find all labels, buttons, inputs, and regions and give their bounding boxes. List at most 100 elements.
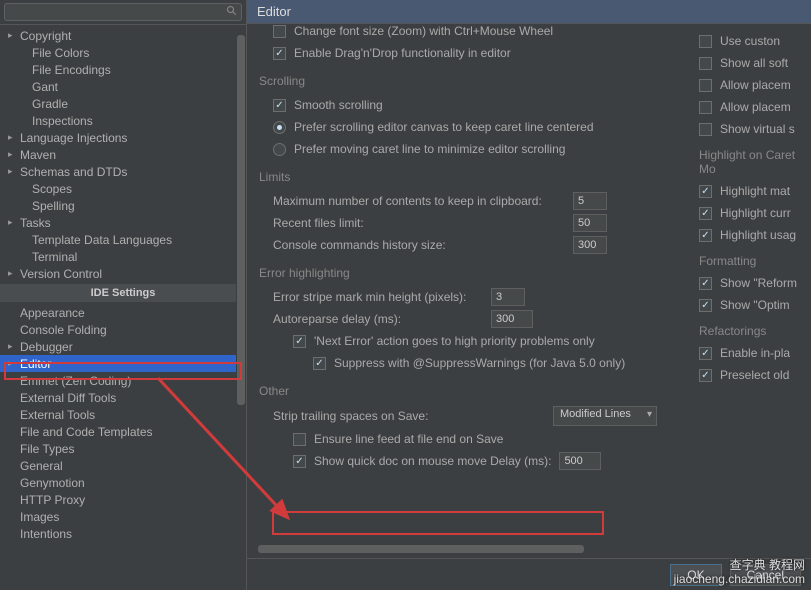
- tree-item-label: Spelling: [32, 199, 75, 213]
- allow-placem1-row[interactable]: Allow placem: [695, 74, 811, 96]
- checkbox-icon[interactable]: ✓: [313, 357, 326, 370]
- checkbox-icon[interactable]: ✓: [699, 347, 712, 360]
- show-virtual-row[interactable]: Show virtual s: [695, 118, 811, 140]
- tree-item-label: Scopes: [32, 182, 72, 196]
- hl-matched-row[interactable]: ✓Highlight mat: [695, 180, 811, 202]
- tree-item-appearance[interactable]: Appearance: [0, 304, 246, 321]
- tree-item-template-data-languages[interactable]: Template Data Languages: [0, 231, 246, 248]
- checkbox-icon[interactable]: [699, 35, 712, 48]
- tree-item-genymotion[interactable]: Genymotion: [0, 474, 246, 491]
- checkbox-icon[interactable]: ✓: [273, 47, 286, 60]
- quick-doc-row[interactable]: ✓ Show quick doc on mouse move Delay (ms…: [259, 450, 811, 472]
- autoreparse-input[interactable]: [491, 310, 533, 328]
- sidebar-scrollbar[interactable]: [236, 25, 246, 590]
- checkbox-icon[interactable]: ✓: [293, 335, 306, 348]
- tree-item-http-proxy[interactable]: HTTP Proxy: [0, 491, 246, 508]
- tree-item-label: Debugger: [20, 340, 73, 354]
- tree-item-file-colors[interactable]: File Colors: [0, 44, 246, 61]
- tree-item-external-diff-tools[interactable]: External Diff Tools: [0, 389, 246, 406]
- tree-item-label: Genymotion: [20, 476, 85, 490]
- console-input[interactable]: [573, 236, 607, 254]
- tree-item-gant[interactable]: Gant: [0, 78, 246, 95]
- sidebar-scrollbar-thumb[interactable]: [237, 35, 245, 405]
- tree-item-language-injections[interactable]: ▸Language Injections: [0, 129, 246, 146]
- enable-inplace-row[interactable]: ✓Enable in-pla: [695, 342, 811, 364]
- checkbox-icon[interactable]: ✓: [699, 369, 712, 382]
- tree-item-label: HTTP Proxy: [20, 493, 85, 507]
- tree-item-label: Intentions: [20, 527, 72, 541]
- tree-item-external-tools[interactable]: External Tools: [0, 406, 246, 423]
- tree-item-label: Appearance: [20, 306, 85, 320]
- checkbox-icon[interactable]: ✓: [699, 207, 712, 220]
- expand-arrow-icon: ▸: [8, 358, 20, 369]
- radio-icon[interactable]: [273, 121, 286, 134]
- checkbox-icon[interactable]: [699, 123, 712, 136]
- tree-item-label: General: [20, 459, 63, 473]
- highlight-caret-title: Highlight on Caret Mo: [695, 140, 811, 180]
- tree-item-version-control[interactable]: ▸Version Control: [0, 265, 246, 282]
- tree-item-spelling[interactable]: Spelling: [0, 197, 246, 214]
- tree-item-maven[interactable]: ▸Maven: [0, 146, 246, 163]
- strip-row: Strip trailing spaces on Save: Modified …: [259, 404, 811, 428]
- tree-item-editor[interactable]: ▸Editor: [0, 355, 246, 372]
- tree-item-emmet-zen-coding-[interactable]: Emmet (Zen Coding): [0, 372, 246, 389]
- autoreparse-label: Autoreparse delay (ms):: [273, 312, 491, 326]
- checkbox-icon[interactable]: [699, 57, 712, 70]
- checkbox-icon[interactable]: [699, 101, 712, 114]
- tree-item-inspections[interactable]: Inspections: [0, 112, 246, 129]
- tree-item-console-folding[interactable]: Console Folding: [0, 321, 246, 338]
- ok-button[interactable]: OK: [670, 564, 721, 586]
- show-optim-row[interactable]: ✓Show "Optim: [695, 294, 811, 316]
- tree-item-label: Maven: [20, 148, 56, 162]
- tree-item-terminal[interactable]: Terminal: [0, 248, 246, 265]
- tree-item-schemas-and-dtds[interactable]: ▸Schemas and DTDs: [0, 163, 246, 180]
- show-all-soft-row[interactable]: Show all soft: [695, 52, 811, 74]
- tree-item-file-types[interactable]: File Types: [0, 440, 246, 457]
- ensure-lf-row[interactable]: Ensure line feed at file end on Save: [259, 428, 811, 450]
- settings-tree[interactable]: ▸CopyrightFile ColorsFile EncodingsGantG…: [0, 25, 246, 590]
- checkbox-icon[interactable]: [293, 433, 306, 446]
- tree-item-label: File Encodings: [32, 63, 111, 77]
- hl-usages-row[interactable]: ✓Highlight usag: [695, 224, 811, 246]
- search-input[interactable]: [4, 3, 242, 21]
- checkbox-icon[interactable]: ✓: [273, 99, 286, 112]
- recent-input[interactable]: [573, 214, 607, 232]
- search-icon: [226, 5, 238, 17]
- clipboard-input[interactable]: [573, 192, 607, 210]
- tree-item-copyright[interactable]: ▸Copyright: [0, 27, 246, 44]
- checkbox-icon[interactable]: ✓: [699, 277, 712, 290]
- tree-item-debugger[interactable]: ▸Debugger: [0, 338, 246, 355]
- radio-icon[interactable]: [273, 143, 286, 156]
- expand-arrow-icon: ▸: [8, 166, 20, 177]
- stripe-input[interactable]: [491, 288, 525, 306]
- tree-item-file-encodings[interactable]: File Encodings: [0, 61, 246, 78]
- checkbox-icon[interactable]: [699, 79, 712, 92]
- tree-item-images[interactable]: Images: [0, 508, 246, 525]
- checkbox-icon[interactable]: ✓: [699, 229, 712, 242]
- tree-item-label: External Diff Tools: [20, 391, 116, 405]
- show-reform-row[interactable]: ✓Show "Reform: [695, 272, 811, 294]
- use-custom-row[interactable]: Use custon: [695, 30, 811, 52]
- tree-item-scopes[interactable]: Scopes: [0, 180, 246, 197]
- tree-item-general[interactable]: General: [0, 457, 246, 474]
- allow-placem2-row[interactable]: Allow placem: [695, 96, 811, 118]
- expand-arrow-icon: ▸: [8, 341, 20, 352]
- strip-dropdown[interactable]: Modified Lines: [553, 406, 657, 426]
- tree-item-label: Inspections: [32, 114, 93, 128]
- tree-item-gradle[interactable]: Gradle: [0, 95, 246, 112]
- preselect-row[interactable]: ✓Preselect old: [695, 364, 811, 386]
- checkbox-icon[interactable]: ✓: [699, 299, 712, 312]
- tree-item-file-and-code-templates[interactable]: File and Code Templates: [0, 423, 246, 440]
- hl-current-row[interactable]: ✓Highlight curr: [695, 202, 811, 224]
- tree-item-intentions[interactable]: Intentions: [0, 525, 246, 542]
- tree-item-tasks[interactable]: ▸Tasks: [0, 214, 246, 231]
- quick-doc-delay-input[interactable]: [559, 452, 601, 470]
- change-font-label: Change font size (Zoom) with Ctrl+Mouse …: [294, 24, 553, 38]
- checkbox-icon[interactable]: ✓: [699, 185, 712, 198]
- horizontal-scrollbar[interactable]: [258, 544, 801, 554]
- checkbox-icon[interactable]: [273, 25, 286, 38]
- search-row: [0, 0, 246, 25]
- checkbox-icon[interactable]: ✓: [293, 455, 306, 468]
- cancel-button[interactable]: Cancel: [730, 564, 801, 586]
- hscroll-thumb[interactable]: [258, 545, 584, 553]
